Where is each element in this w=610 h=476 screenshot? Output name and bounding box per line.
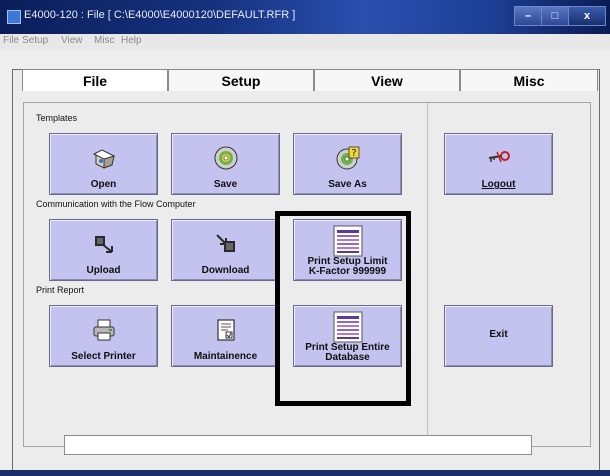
maintenance-label: Maintainence bbox=[193, 351, 258, 362]
tab-setup[interactable]: Setup bbox=[168, 69, 314, 91]
key-icon bbox=[488, 151, 510, 163]
open-folder-icon bbox=[92, 149, 115, 169]
close-button[interactable]: x bbox=[568, 6, 606, 26]
disk-question-icon: ? bbox=[336, 146, 359, 170]
status-field bbox=[64, 435, 532, 455]
upload-label: Upload bbox=[86, 265, 121, 276]
open-label: Open bbox=[90, 179, 117, 190]
highlight-annotation-box bbox=[275, 211, 411, 406]
title-bar: E4000-120 : File [ C:\E4000\E4000120\DEF… bbox=[0, 0, 610, 34]
menu-help[interactable]: Help bbox=[121, 35, 142, 46]
menu-setup[interactable]: Setup bbox=[22, 35, 48, 46]
panel-divider bbox=[427, 103, 428, 446]
disk-icon bbox=[214, 146, 237, 170]
menu-file[interactable]: File bbox=[3, 35, 19, 46]
maximize-button[interactable]: □ bbox=[541, 6, 569, 26]
taskbar-strip bbox=[0, 470, 610, 476]
maintenance-button[interactable]: Maintainence bbox=[171, 305, 280, 367]
window-title: E4000-120 : File [ C:\E4000\E4000120\DEF… bbox=[24, 9, 296, 21]
minimize-button[interactable]: – bbox=[514, 6, 542, 26]
save-as-button[interactable]: ? Save As bbox=[293, 133, 402, 195]
open-button[interactable]: Open bbox=[49, 133, 158, 195]
save-as-label: Save As bbox=[328, 179, 367, 190]
menu-misc[interactable]: Misc bbox=[94, 35, 115, 46]
section-communication: Communication with the Flow Computer bbox=[36, 199, 196, 209]
logout-label: Logout bbox=[481, 179, 516, 190]
select-printer-button[interactable]: Select Printer bbox=[49, 305, 158, 367]
menu-view[interactable]: View bbox=[61, 35, 83, 46]
upload-icon bbox=[94, 236, 113, 253]
download-icon bbox=[215, 234, 235, 252]
tab-view[interactable]: View bbox=[314, 69, 460, 91]
select-printer-label: Select Printer bbox=[71, 351, 136, 362]
menu-bar: File Setup View Misc Help bbox=[0, 34, 610, 50]
svg-text:?: ? bbox=[351, 148, 356, 159]
document-icon bbox=[216, 319, 235, 341]
section-templates: Templates bbox=[36, 113, 78, 123]
exit-button[interactable]: Exit bbox=[444, 305, 553, 367]
app-icon bbox=[7, 10, 21, 24]
tab-misc[interactable]: Misc bbox=[460, 69, 598, 91]
printer-icon bbox=[93, 319, 114, 341]
upload-button[interactable]: Upload bbox=[49, 219, 158, 281]
section-print-report: Print Report bbox=[36, 285, 85, 295]
download-button[interactable]: Download bbox=[171, 219, 280, 281]
save-label: Save bbox=[213, 179, 238, 190]
tab-file[interactable]: File bbox=[22, 69, 168, 91]
exit-label: Exit bbox=[489, 329, 508, 340]
save-button[interactable]: Save bbox=[171, 133, 280, 195]
download-label: Download bbox=[201, 265, 250, 276]
logout-button[interactable]: Logout bbox=[444, 133, 553, 195]
